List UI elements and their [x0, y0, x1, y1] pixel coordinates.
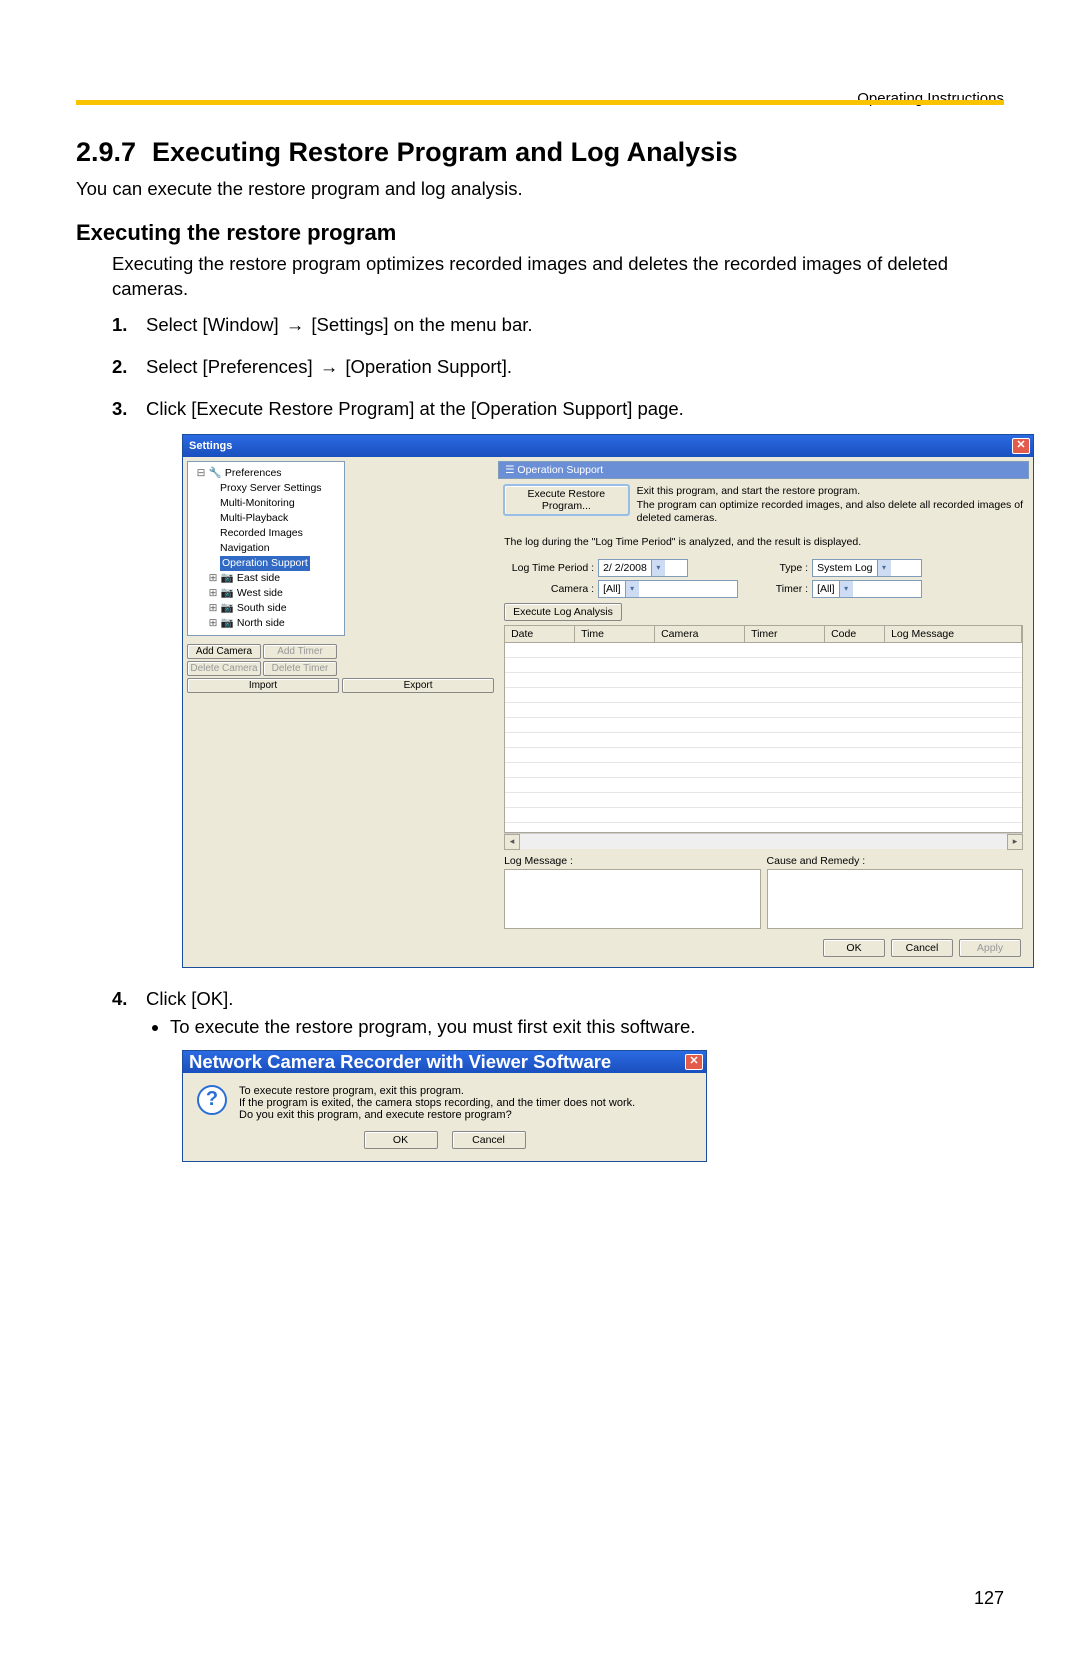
apply-button[interactable]: Apply	[959, 939, 1021, 957]
tree-item-navigation[interactable]: Navigation	[190, 541, 342, 556]
subsection-body: Executing the restore program optimizes …	[112, 252, 1004, 302]
col-camera[interactable]: Camera	[655, 626, 745, 642]
tree-item-multi-monitoring[interactable]: Multi-Monitoring	[190, 496, 342, 511]
cause-remedy-label: Cause and Remedy :	[767, 855, 1023, 867]
add-camera-button[interactable]: Add Camera	[187, 644, 261, 659]
tree-group-east[interactable]: East side	[237, 572, 280, 584]
dialog-titlebar[interactable]: Network Camera Recorder with Viewer Soft…	[183, 1051, 706, 1073]
steps-list: 1. Select [Window] → [Settings] on the m…	[112, 314, 1004, 1162]
step-1-text-a: Select [Window]	[146, 314, 284, 335]
step-1-text-b: [Settings] on the menu bar.	[306, 314, 532, 335]
col-date[interactable]: Date	[505, 626, 575, 642]
export-button[interactable]: Export	[342, 678, 494, 693]
subsection-heading: Executing the restore program	[76, 220, 1004, 246]
col-log-message[interactable]: Log Message	[885, 626, 1022, 642]
camera-dropdown[interactable]: [All]▾	[598, 580, 738, 598]
log-note: The log during the "Log Time Period" is …	[504, 536, 1023, 550]
section-heading: 2.9.7Executing Restore Program and Log A…	[76, 137, 1004, 168]
log-message-label: Log Message :	[504, 855, 760, 867]
section-title: Executing Restore Program and Log Analys…	[152, 137, 738, 167]
log-time-dropdown[interactable]: 2/ 2/2008▾	[598, 559, 688, 577]
ok-button[interactable]: OK	[823, 939, 885, 957]
tree-group-south[interactable]: South side	[237, 602, 287, 614]
chevron-down-icon: ▾	[877, 560, 891, 576]
section-number: 2.9.7	[76, 137, 152, 168]
cause-remedy-box[interactable]	[767, 869, 1023, 929]
restore-description: Exit this program, and start the restore…	[637, 485, 1023, 526]
type-dropdown[interactable]: System Log▾	[812, 559, 922, 577]
operation-support-header: ☰ Operation Support	[498, 461, 1029, 479]
step-4-text: Click [OK].	[146, 988, 233, 1009]
step-4: 4. Click [OK]. To execute the restore pr…	[112, 988, 1004, 1162]
dialog-title: Network Camera Recorder with Viewer Soft…	[189, 1051, 611, 1073]
log-table-header: Date Time Camera Timer Code Log Message	[504, 625, 1023, 643]
step-2: 2. Select [Preferences] → [Operation Sup…	[112, 356, 1004, 378]
tree-root[interactable]: Preferences	[225, 467, 282, 479]
step-2-text-a: Select [Preferences]	[146, 356, 318, 377]
close-icon: ✕	[1016, 440, 1025, 451]
arrow-icon: →	[284, 314, 307, 335]
execute-log-analysis-button[interactable]: Execute Log Analysis	[504, 603, 622, 621]
tree-item-proxy[interactable]: Proxy Server Settings	[190, 481, 342, 496]
add-timer-button[interactable]: Add Timer	[263, 644, 337, 659]
scroll-right-icon[interactable]: ▸	[1007, 834, 1023, 850]
tree-item-operation-support[interactable]: Operation Support	[220, 556, 310, 571]
step-2-text-b: [Operation Support].	[340, 356, 512, 377]
step-4-bullet: To execute the restore program, you must…	[170, 1016, 1004, 1038]
preferences-tree[interactable]: ⊟ 🔧 Preferences Proxy Server Settings Mu…	[187, 461, 345, 636]
type-label: Type :	[768, 562, 808, 574]
tree-group-west[interactable]: West side	[237, 587, 283, 599]
page-number: 127	[974, 1588, 1004, 1609]
scroll-left-icon[interactable]: ◂	[504, 834, 520, 850]
settings-titlebar[interactable]: Settings ✕	[183, 435, 1033, 457]
step-3: 3. Click [Execute Restore Program] at th…	[112, 398, 1004, 968]
settings-window: Settings ✕ ⊟ 🔧 Preferences Proxy Server …	[182, 434, 1034, 968]
camera-label: Camera :	[504, 583, 594, 595]
col-timer[interactable]: Timer	[745, 626, 825, 642]
horizontal-scrollbar[interactable]: ◂ ▸	[504, 833, 1023, 849]
log-message-box[interactable]	[504, 869, 760, 929]
question-icon: ?	[197, 1085, 227, 1115]
timer-label: Timer :	[768, 583, 808, 595]
tree-item-recorded-images[interactable]: Recorded Images	[190, 526, 342, 541]
delete-timer-button[interactable]: Delete Timer	[263, 661, 337, 676]
col-code[interactable]: Code	[825, 626, 885, 642]
section-intro: You can execute the restore program and …	[76, 178, 1004, 200]
arrow-icon: →	[318, 356, 341, 377]
chevron-down-icon: ▾	[839, 581, 853, 597]
import-button[interactable]: Import	[187, 678, 339, 693]
dialog-message: To execute restore program, exit this pr…	[239, 1085, 635, 1121]
dialog-ok-button[interactable]: OK	[364, 1131, 438, 1149]
tree-item-multi-playback[interactable]: Multi-Playback	[190, 511, 342, 526]
dialog-cancel-button[interactable]: Cancel	[452, 1131, 526, 1149]
confirm-dialog: Network Camera Recorder with Viewer Soft…	[182, 1050, 707, 1162]
sidebar-buttons: Add Camera Add Timer Delete Camera Delet…	[187, 644, 494, 695]
execute-restore-program-button[interactable]: Execute Restore Program...	[504, 485, 629, 515]
log-table-body[interactable]	[504, 643, 1023, 833]
tree-group-north[interactable]: North side	[237, 617, 285, 629]
close-button[interactable]: ✕	[1012, 438, 1030, 454]
dialog-button-row: OK Cancel Apply	[498, 935, 1029, 963]
step-1: 1. Select [Window] → [Settings] on the m…	[112, 314, 1004, 336]
col-time[interactable]: Time	[575, 626, 655, 642]
chevron-down-icon: ▾	[651, 560, 665, 576]
timer-dropdown[interactable]: [All]▾	[812, 580, 922, 598]
chevron-down-icon: ▾	[625, 581, 639, 597]
close-icon: ✕	[689, 1056, 698, 1067]
cancel-button[interactable]: Cancel	[891, 939, 953, 957]
dialog-close-button[interactable]: ✕	[685, 1054, 703, 1070]
log-time-label: Log Time Period :	[504, 562, 594, 574]
step-3-text: Click [Execute Restore Program] at the […	[146, 398, 684, 419]
gold-accent-bar	[76, 100, 1004, 105]
settings-title: Settings	[189, 440, 232, 452]
delete-camera-button[interactable]: Delete Camera	[187, 661, 261, 676]
